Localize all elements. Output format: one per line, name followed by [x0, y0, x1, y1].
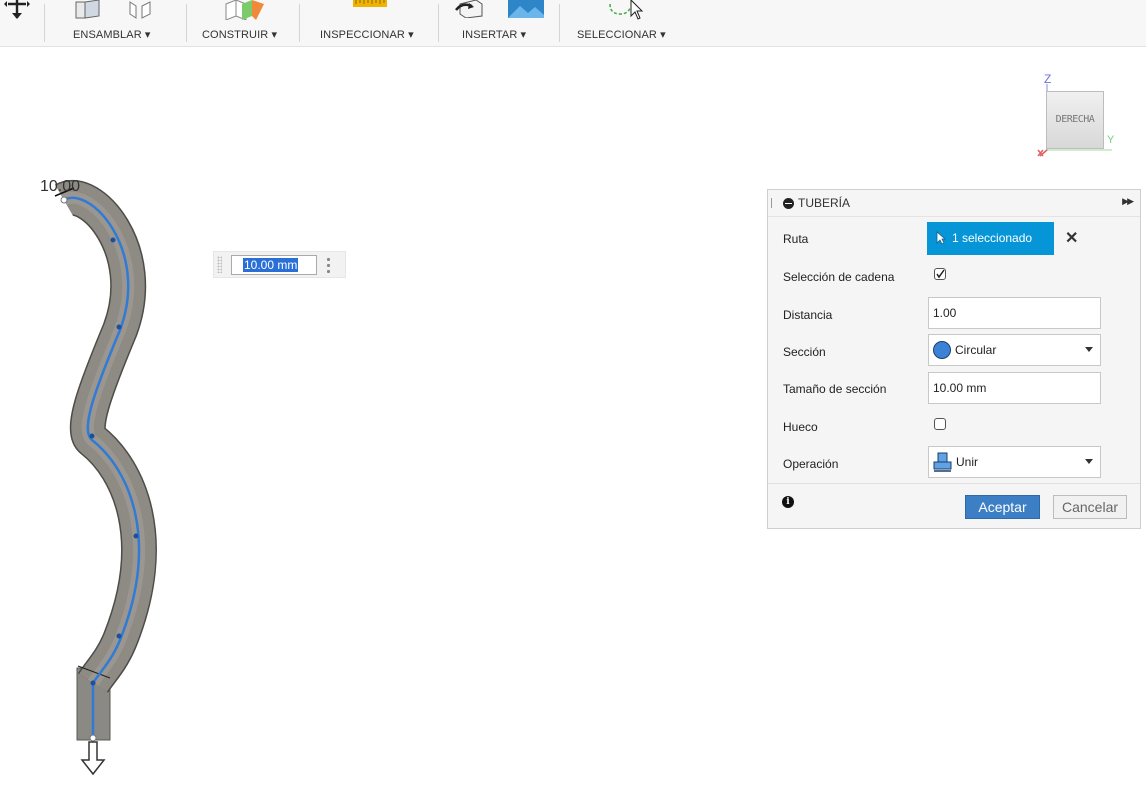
hollow-label: Hueco [783, 420, 818, 434]
info-icon[interactable]: i [782, 496, 794, 508]
distance-input[interactable]: 1.00 [928, 297, 1101, 329]
drag-grip-icon[interactable] [217, 256, 222, 273]
path-selection-button[interactable]: 1 seleccionado [927, 222, 1054, 255]
view-cube[interactable]: Z DERECHA Y [1034, 72, 1115, 158]
checkmark-icon [936, 269, 945, 279]
axis-y-label: Y [1107, 134, 1115, 146]
cancel-button[interactable]: Cancelar [1053, 495, 1127, 519]
dialog-footer: i Aceptar Cancelar [768, 483, 1140, 529]
view-cube-face[interactable]: DERECHA [1046, 91, 1104, 149]
more-options-icon[interactable] [327, 256, 331, 273]
collapse-icon[interactable] [783, 198, 794, 209]
expand-icon[interactable]: ▶▶ [1122, 196, 1134, 207]
section-select-value: Circular [955, 343, 997, 357]
join-operation-icon [933, 452, 952, 472]
pipe-dialog: TUBERÍA ▶▶ Ruta 1 seleccionado ✕ Selecci… [767, 189, 1141, 529]
dialog-title: TUBERÍA [798, 196, 851, 210]
hollow-checkbox[interactable] [934, 418, 946, 430]
operation-label: Operación [783, 457, 839, 471]
dimension-input-box: 10.00 mm [213, 251, 346, 278]
dialog-header[interactable]: TUBERÍA ▶▶ [768, 190, 1140, 217]
section-size-label: Tamaño de sección [783, 382, 887, 396]
ok-button[interactable]: Aceptar [965, 495, 1040, 519]
dimension-input[interactable]: 10.00 mm [231, 255, 317, 275]
chevron-down-icon [1085, 347, 1093, 352]
section-label: Sección [783, 345, 826, 359]
path-label: Ruta [783, 232, 809, 246]
path-selection-value: 1 seleccionado [952, 231, 1033, 245]
chain-selection-label: Selección de cadena [783, 270, 895, 284]
section-size-input[interactable]: 10.00 mm [928, 372, 1101, 404]
circle-section-icon [933, 341, 951, 359]
close-icon[interactable]: ✕ [1065, 228, 1078, 248]
dimension-input-value: 10.00 mm [243, 258, 299, 272]
distance-arrow-handle [80, 741, 106, 776]
chain-selection-checkbox[interactable] [934, 268, 946, 280]
section-select[interactable]: Circular [928, 334, 1101, 366]
cursor-icon [936, 231, 946, 245]
drag-handle-icon[interactable] [771, 198, 774, 208]
operation-select-value: Unir [956, 455, 979, 469]
dimension-label: 10.00 [40, 178, 81, 195]
operation-select[interactable]: Unir [928, 446, 1101, 478]
distance-label: Distancia [783, 308, 833, 322]
chevron-down-icon [1085, 459, 1093, 464]
